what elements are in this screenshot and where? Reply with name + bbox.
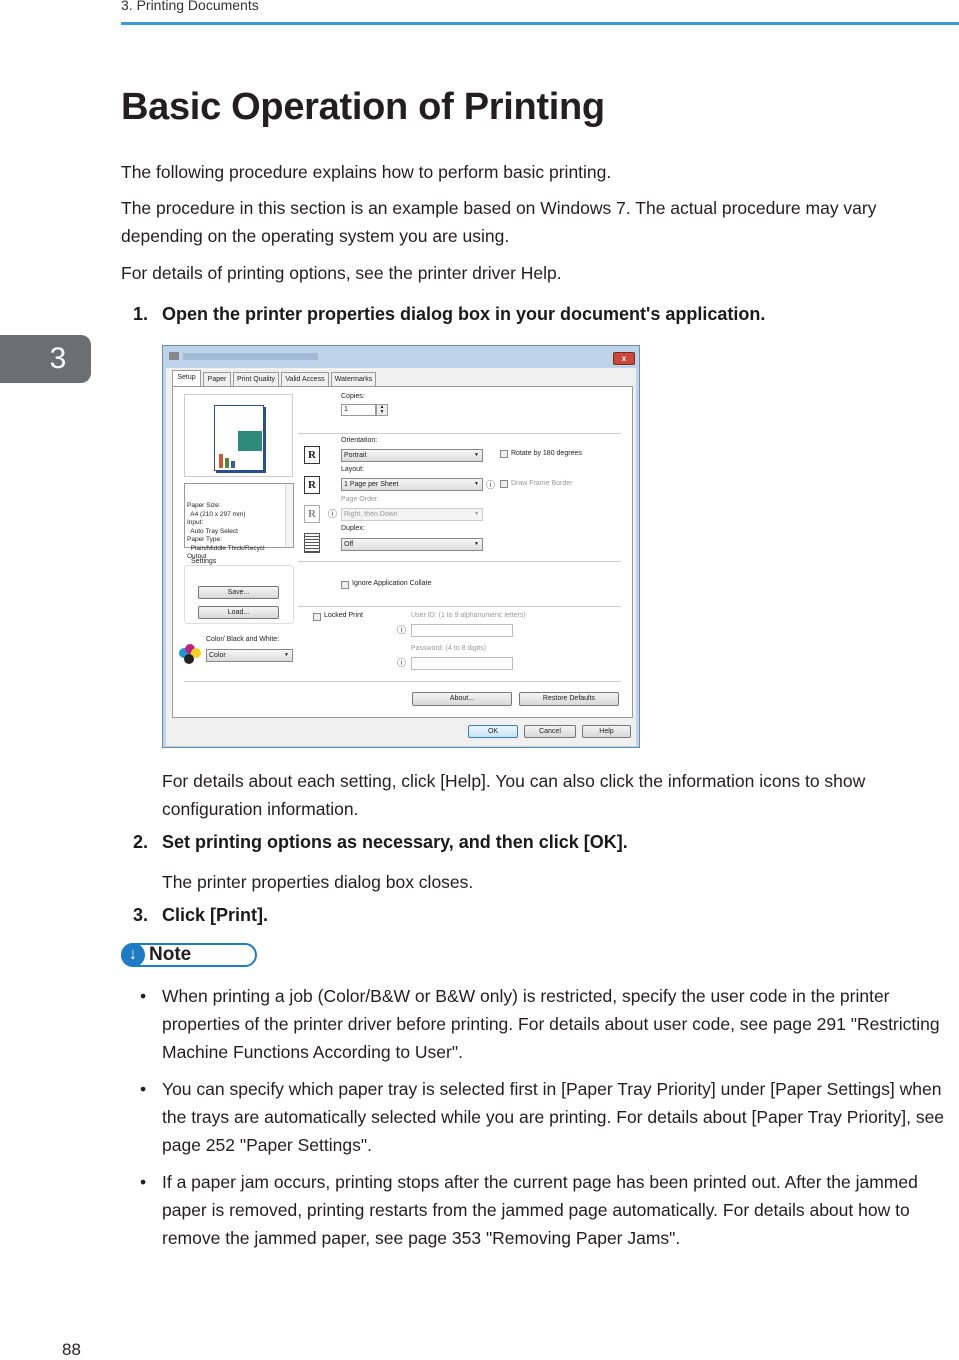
printer-icon <box>169 352 179 360</box>
note-label: Note <box>149 944 192 965</box>
step-number: 3. <box>133 905 149 925</box>
intro-paragraph: The procedure in this section is an exam… <box>121 198 877 246</box>
info-icon[interactable]: ⓘ <box>397 623 406 636</box>
chapter-tab: 3 <box>0 335 91 383</box>
summary-line: A4 (210 x 297 mm) <box>187 510 246 518</box>
separator <box>298 433 621 434</box>
summary-line: Paper Size: <box>187 502 221 509</box>
locked-print-label: Locked Print <box>324 612 363 619</box>
separator <box>298 606 621 607</box>
preview-bar <box>219 454 223 468</box>
orientation-select[interactable]: Portrait <box>341 449 483 462</box>
note-heading: ↓ Note <box>121 943 257 967</box>
preview-bar <box>231 461 235 468</box>
step-2: 2. Set printing options as necessary, and… <box>133 832 628 853</box>
close-button[interactable]: x <box>613 352 635 365</box>
ignore-collate-label: Ignore Application Collate <box>352 580 432 587</box>
help-button[interactable]: Help <box>582 725 631 738</box>
summary-line: Auto Tray Select <box>187 527 238 535</box>
layout-label: Layout: <box>341 466 364 473</box>
draw-frame-checkbox[interactable] <box>500 480 508 488</box>
about-button[interactable]: About... <box>412 692 512 706</box>
step-detail: The printer properties dialog box closes… <box>162 872 474 892</box>
intro-paragraph: The following procedure explains how to … <box>121 162 612 182</box>
preview-bar <box>225 458 229 468</box>
load-button[interactable]: Load... <box>198 606 279 619</box>
copies-spinner[interactable]: ▲ ▼ <box>376 404 388 416</box>
page-title: Basic Operation of Printing <box>121 86 605 128</box>
rotate-label: Rotate by 180 degrees <box>511 450 582 457</box>
summary-line: Input: <box>187 519 204 526</box>
color-mode-select[interactable]: Color <box>206 649 293 662</box>
arrow-down-icon: ↓ <box>121 943 145 967</box>
tab-paper[interactable]: Paper <box>203 372 231 386</box>
note-item: When printing a job (Color/B&W or B&W on… <box>140 982 952 1066</box>
color-toner-icon <box>179 644 203 666</box>
duplex-icon <box>304 533 320 553</box>
running-header: 3. Printing Documents <box>121 0 259 13</box>
restore-defaults-button[interactable]: Restore Defaults <box>519 692 619 706</box>
info-icon[interactable]: ⓘ <box>397 656 406 669</box>
step-text: Click [Print]. <box>162 905 269 925</box>
summary-line: Paper Type: <box>187 536 222 543</box>
password-input[interactable] <box>411 657 513 670</box>
user-id-input[interactable] <box>411 624 513 637</box>
draw-frame-label: Draw Frame Border <box>511 480 573 487</box>
orientation-label: Orientation: <box>341 437 378 444</box>
ignore-collate-checkbox[interactable] <box>341 581 349 589</box>
tab-print-quality[interactable]: Print Quality <box>233 372 279 386</box>
step-3: 3. Click [Print]. <box>133 905 269 926</box>
separator <box>298 561 621 562</box>
step-text: Open the printer properties dialog box i… <box>162 304 766 324</box>
step-1: 1. Open the printer properties dialog box… <box>133 304 766 325</box>
tab-watermarks[interactable]: Watermarks <box>331 372 376 386</box>
summary-line: Plain/Middle Thick/Recycl <box>187 544 265 552</box>
separator <box>184 681 621 682</box>
scrollbar[interactable] <box>285 484 293 547</box>
layout-icon: R <box>304 476 320 494</box>
page-order-label: Page Order: <box>341 496 380 503</box>
rotate-checkbox[interactable] <box>500 450 508 458</box>
locked-print-checkbox[interactable] <box>313 613 321 621</box>
header-rule <box>121 22 959 25</box>
copies-input[interactable]: 1 <box>341 404 376 416</box>
page-preview <box>184 394 293 477</box>
color-mode-label: Color/ Black and White: <box>206 636 280 643</box>
info-icon[interactable]: ⓘ <box>328 507 337 520</box>
note-item: If a paper jam occurs, printing stops af… <box>140 1168 952 1252</box>
step-number: 1. <box>133 304 149 324</box>
intro-paragraph: For details of printing options, see the… <box>121 263 562 283</box>
note-item: You can specify which paper tray is sele… <box>140 1075 952 1159</box>
settings-summary-list[interactable]: Paper Size: A4 (210 x 297 mm) Input: Auto… <box>184 483 294 560</box>
ok-button[interactable]: OK <box>468 725 518 738</box>
duplex-select[interactable]: Off <box>341 538 483 551</box>
printer-properties-dialog: x Setup Paper Print Quality Valid Access… <box>162 345 640 748</box>
cancel-button[interactable]: Cancel <box>524 725 576 738</box>
duplex-label: Duplex: <box>341 525 365 532</box>
page-order-icon: R <box>304 505 320 523</box>
tab-setup[interactable]: Setup <box>172 370 201 386</box>
password-label: Password: (4 to 8 digits) <box>411 645 487 652</box>
user-id-label: User ID: (1 to 9 alphanumeric letters) <box>411 612 526 619</box>
page-order-select[interactable]: Right, then Down <box>341 508 483 521</box>
dialog-title-blurred <box>183 353 318 360</box>
preview-image <box>238 431 262 451</box>
preview-page <box>214 405 264 471</box>
step-detail: For details about each setting, click [H… <box>162 771 866 819</box>
tab-valid-access[interactable]: Valid Access <box>281 372 329 386</box>
settings-group-label: Settings <box>190 558 218 565</box>
copies-label: Copies: <box>341 393 365 400</box>
layout-select[interactable]: 1 Page per Sheet <box>341 478 483 491</box>
step-text: Set printing options as necessary, and t… <box>162 832 628 852</box>
page-number: 88 <box>62 1340 81 1359</box>
step-number: 2. <box>133 832 149 852</box>
save-button[interactable]: Save... <box>198 586 279 599</box>
info-icon[interactable]: ⓘ <box>486 478 495 491</box>
portrait-orientation-icon: R <box>304 446 320 464</box>
